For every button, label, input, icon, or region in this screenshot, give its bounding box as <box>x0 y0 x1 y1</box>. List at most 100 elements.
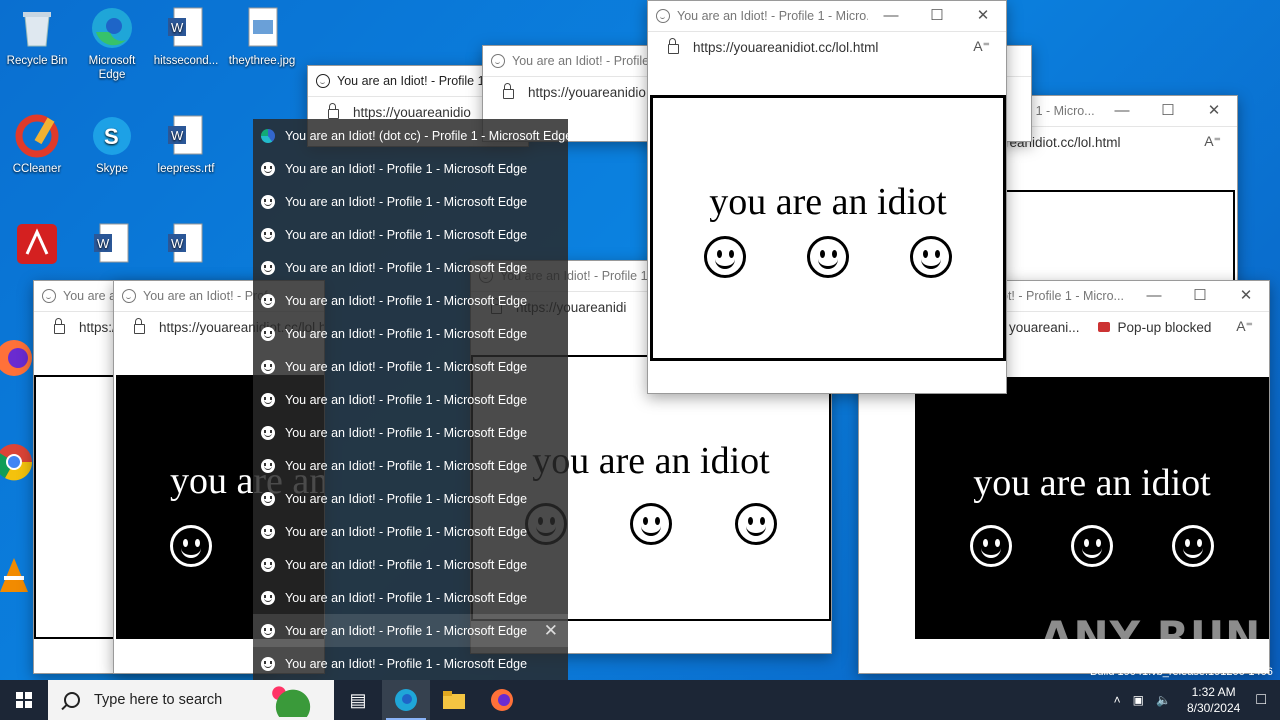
chevron-up-icon[interactable]: ˄ <box>1114 693 1121 707</box>
lock-icon <box>54 317 65 334</box>
window-list-item-label: You are an Idiot! (dot cc) - Profile 1 -… <box>285 128 573 143</box>
window-list-item[interactable]: You are an Idiot! - Profile 1 - Microsof… <box>253 647 568 680</box>
smiley-icon <box>261 524 275 539</box>
desktop-icon-label: Recycle Bin <box>6 55 68 67</box>
window-list-item-label: You are an Idiot! - Profile 1 - Microsof… <box>285 293 528 308</box>
edge-icon <box>90 6 134 50</box>
start-button[interactable] <box>0 680 48 720</box>
search-placeholder: Type here to search <box>94 692 223 708</box>
smiley-icon <box>261 491 275 506</box>
maximize-icon[interactable]: ☐ <box>1177 281 1223 311</box>
image-file-icon <box>240 6 284 50</box>
desktop-icon-label: leepress.rtf <box>157 163 215 175</box>
page-panel: you are an idiot <box>915 377 1269 639</box>
window-list-item[interactable]: You are an Idiot! - Profile 1 - Microsof… <box>253 614 568 647</box>
lock-icon <box>668 37 679 54</box>
window-list-item-label: You are an Idiot! - Profile 1 - Microsof… <box>285 425 528 440</box>
window-list-item-label: You are an Idiot! - Profile 1 - Microsof… <box>285 392 528 407</box>
desktop-icon-theythree[interactable]: theythree.jpg <box>226 6 298 68</box>
taskbar-firefox-button[interactable] <box>478 680 526 720</box>
window-list-item-label: You are an Idiot! - Profile 1 - Microsof… <box>285 656 528 671</box>
window-list-item-label: You are an Idiot! - Profile 1 - Microsof… <box>285 590 528 605</box>
window-list-item-label: You are an Idiot! - Profile 1 - Microsof… <box>285 227 528 242</box>
search-box[interactable]: Type here to search <box>48 680 334 720</box>
firefox-icon <box>0 336 32 380</box>
desktop-icon-leepress[interactable]: W leepress.rtf <box>150 114 222 176</box>
build-text: Build 19041.vb_release.191206-1406 <box>1090 666 1273 678</box>
smiley-icon <box>806 236 849 278</box>
title-bar[interactable]: You are an Idiot! - Profile 1 - Micro...… <box>648 1 1006 31</box>
minimize-icon[interactable]: — <box>1131 281 1177 311</box>
minimize-icon[interactable]: — <box>1099 96 1145 126</box>
notifications-icon[interactable]: □ <box>1256 691 1266 709</box>
window-list-item[interactable]: You are an Idiot! - Profile 1 - Microsof… <box>253 449 568 482</box>
close-icon[interactable]: ✕ <box>544 621 558 641</box>
word-doc-icon: W <box>90 222 134 266</box>
window-list-item[interactable]: You are an Idiot! - Profile 1 - Microsof… <box>253 152 568 185</box>
taskbar-explorer-button[interactable] <box>430 680 478 720</box>
maximize-icon[interactable]: ☐ <box>914 1 960 31</box>
window-list-item[interactable]: You are an Idiot! - Profile 1 - Microsof… <box>253 581 568 614</box>
smiley-icon <box>261 590 275 605</box>
desktop-icon-chrome[interactable] <box>0 440 32 488</box>
minimize-icon[interactable]: — <box>868 1 914 31</box>
taskbar-window-list: You are an Idiot! (dot cc) - Profile 1 -… <box>253 119 572 680</box>
browser-window[interactable]: You are an Idiot! - Profile 1 - Micro...… <box>647 0 1007 394</box>
smiley-icon <box>1171 525 1214 567</box>
maximize-icon[interactable]: ☐ <box>1145 96 1191 126</box>
desktop-icon-hitssecond[interactable]: W hitssecond... <box>150 6 222 68</box>
window-list-item-label: You are an Idiot! - Profile 1 - Microsof… <box>285 326 528 341</box>
taskbar-edge-button[interactable] <box>382 680 430 720</box>
clock-date: 8/30/2024 <box>1186 701 1241 715</box>
window-title: You are an Idiot! - Profile 1 - <box>337 74 493 88</box>
window-list-item[interactable]: You are an Idiot! - Profile 1 - Microsof… <box>253 515 568 548</box>
close-icon[interactable]: ✕ <box>1191 96 1237 126</box>
close-icon[interactable]: ✕ <box>960 1 1006 31</box>
window-list-item[interactable]: You are an Idiot! - Profile 1 - Microsof… <box>253 416 568 449</box>
window-list-item-label: You are an Idiot! - Profile 1 - Microsof… <box>285 623 528 638</box>
address-bar[interactable]: https://youareanidiot.cc/lol.html A⁼ <box>648 31 1006 62</box>
window-list-item[interactable]: You are an Idiot! - Profile 1 - Microsof… <box>253 185 568 218</box>
window-list-item[interactable]: You are an Idiot! - Profile 1 - Microsof… <box>253 317 568 350</box>
desktop-icon-edge[interactable]: Microsoft Edge <box>76 6 148 82</box>
window-list-item[interactable]: You are an Idiot! - Profile 1 - Microsof… <box>253 482 568 515</box>
window-list-item[interactable]: You are an Idiot! - Profile 1 - Microsof… <box>253 284 568 317</box>
desktop-icon-recycle-bin[interactable]: Recycle Bin <box>1 6 73 68</box>
desktop-icon-label: Skype <box>96 163 128 175</box>
window-list-item[interactable]: You are an Idiot! (dot cc) - Profile 1 -… <box>253 119 572 152</box>
desktop-icon-acrobat[interactable] <box>1 222 73 274</box>
read-aloud-icon[interactable]: A⁼ <box>1236 318 1253 335</box>
read-aloud-icon[interactable]: A⁼ <box>1204 133 1221 150</box>
volume-icon[interactable]: 🔈 <box>1156 693 1171 707</box>
window-list-item[interactable]: You are an Idiot! - Profile 1 - Microsof… <box>253 251 568 284</box>
window-title: You are an Idiot! - Profile 1 - Micro... <box>677 9 877 23</box>
desktop-icon-label: theythree.jpg <box>228 55 296 67</box>
popup-blocked-label[interactable]: Pop-up blocked <box>1118 320 1212 335</box>
close-icon[interactable]: ✕ <box>1223 281 1269 311</box>
window-list-item[interactable]: You are an Idiot! - Profile 1 - Microsof… <box>253 218 568 251</box>
smiley-favicon <box>122 289 136 303</box>
desktop-icon-word-a[interactable]: W <box>76 222 148 274</box>
desktop-icon-ccleaner[interactable]: CCleaner <box>1 114 73 176</box>
desktop-icon-word-b[interactable]: W <box>150 222 222 274</box>
window-title: ot! - Profile 1 - Micro... <box>1001 289 1124 303</box>
smiley-icon <box>910 236 953 278</box>
desktop-icon-skype[interactable]: S Skype <box>76 114 148 176</box>
smiley-icon <box>261 326 275 341</box>
desktop-icon-firefox[interactable] <box>0 336 32 384</box>
network-icon[interactable]: ▣ <box>1133 693 1144 707</box>
clock[interactable]: 1:32 AM 8/30/2024 <box>1177 684 1250 716</box>
smiley-icon <box>261 227 275 242</box>
popup-blocked-icon[interactable] <box>1097 322 1110 332</box>
window-list-item[interactable]: You are an Idiot! - Profile 1 - Microsof… <box>253 548 568 581</box>
smiley-icon <box>703 236 746 278</box>
lock-icon <box>328 102 339 119</box>
window-list-item[interactable]: You are an Idiot! - Profile 1 - Microsof… <box>253 350 568 383</box>
read-aloud-icon[interactable]: A⁼ <box>973 38 990 55</box>
desktop-icon-vlc[interactable] <box>0 554 32 602</box>
window-list-item[interactable]: You are an Idiot! - Profile 1 - Microsof… <box>253 383 568 416</box>
smiley-icon <box>261 293 275 308</box>
task-view-button[interactable]: ▤ <box>334 680 382 720</box>
smiley-icon <box>261 425 275 440</box>
clock-time: 1:32 AM <box>1191 685 1236 699</box>
